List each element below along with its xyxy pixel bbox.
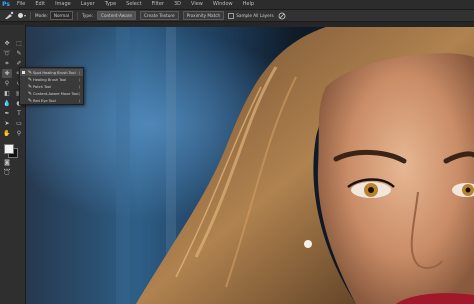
options-bar: ▾ Mode: Normal Type: Content-Aware Creat…	[0, 9, 474, 22]
menu-edit[interactable]: Edit	[30, 0, 50, 9]
portrait-photo	[26, 27, 474, 304]
tool-preset-picker[interactable]	[4, 11, 14, 20]
type-label: Type:	[82, 13, 94, 18]
menu-layer[interactable]: Layer	[76, 0, 100, 9]
spot-healing-brush-icon	[5, 11, 14, 19]
active-indicator	[22, 71, 25, 74]
mode-dropdown[interactable]: Normal	[49, 11, 73, 20]
healing-brush-tool-icon[interactable]: ✚	[2, 69, 12, 78]
flyout-item-spot-healing-brush[interactable]: ✎ Spot Healing Brush Tool J	[20, 69, 83, 76]
brush-size-picker[interactable]: ▾	[18, 13, 26, 18]
healing-tools-flyout: ✎ Spot Healing Brush Tool J ✎ Healing Brush …	[19, 67, 84, 105]
menu-select[interactable]: Select	[121, 0, 146, 9]
tools-panel: ✥⬚➰✎⌗✐✚✏⚲↺◧▤💧●✒T➤▭✋⚲••• ◙ ▢	[0, 22, 26, 304]
foreground-color-swatch[interactable]	[4, 144, 14, 154]
zoom-tool-icon[interactable]: ⚲	[14, 129, 24, 138]
flyout-item-patch[interactable]: ✎ Patch Tool J	[20, 83, 83, 90]
menu-filter[interactable]: Filter	[147, 0, 169, 9]
document-canvas[interactable]	[26, 27, 474, 304]
shortcut-key: J	[78, 84, 80, 89]
menu-type[interactable]: Type	[100, 0, 121, 9]
sample-all-layers-checkbox[interactable]	[228, 12, 235, 19]
clone-stamp-tool-icon[interactable]: ⚲	[2, 79, 12, 88]
chevron-down-icon: ▾	[24, 13, 27, 18]
shortcut-key: J	[78, 98, 80, 103]
type-tool-icon[interactable]: T	[14, 109, 24, 118]
panel-grip[interactable]	[0, 22, 26, 25]
sample-all-layers-option[interactable]: Sample All Layers	[228, 12, 274, 19]
path-selection-tool-icon[interactable]: ➤	[2, 119, 12, 128]
photoshop-logo: Ps	[2, 1, 10, 8]
brush-tip-icon	[18, 13, 23, 18]
menu-file[interactable]: File	[12, 0, 30, 9]
content-aware-button[interactable]: Content-Aware	[97, 11, 136, 20]
shortcut-key: J	[78, 91, 80, 96]
pressure-icon	[278, 12, 286, 19]
menu-image[interactable]: Image	[50, 0, 76, 9]
flyout-item-content-aware-move[interactable]: ✎ Content-Aware Move Tool J	[20, 90, 83, 97]
flyout-item-label: Spot Healing Brush Tool	[33, 70, 76, 75]
hand-tool-icon[interactable]: ✋	[2, 129, 12, 138]
marquee-tool-icon[interactable]: ⬚	[14, 39, 24, 48]
move-tool-icon[interactable]: ✥	[2, 39, 12, 48]
flyout-item-healing-brush[interactable]: ✎ Healing Brush Tool J	[20, 76, 83, 83]
screen-mode-icon[interactable]: ▢	[2, 168, 12, 177]
shortcut-key: J	[78, 77, 80, 82]
crop-tool-icon[interactable]: ⌗	[2, 59, 12, 68]
proximity-match-button[interactable]: Proximity Match	[182, 11, 225, 20]
mode-label: Mode:	[35, 13, 48, 18]
menu-help[interactable]: Help	[238, 0, 259, 9]
menu-bar: Ps File Edit Image Layer Type Select Fil…	[0, 0, 474, 9]
lasso-tool-icon[interactable]: ➰	[2, 49, 12, 58]
flyout-item-label: Healing Brush Tool	[33, 77, 67, 82]
flyout-item-label: Red Eye Tool	[33, 98, 56, 103]
rectangle-tool-icon[interactable]: ▭	[14, 119, 24, 128]
eraser-tool-icon[interactable]: ◧	[2, 89, 12, 98]
sample-all-layers-label: Sample All Layers	[236, 13, 274, 18]
flyout-item-label: Patch Tool	[33, 84, 51, 89]
menu-window[interactable]: Window	[208, 0, 238, 9]
shortcut-key: J	[78, 70, 80, 75]
pen-tool-icon[interactable]: ✒	[2, 109, 12, 118]
pressure-size-toggle[interactable]	[278, 12, 286, 20]
create-texture-button[interactable]: Create Texture	[140, 11, 179, 20]
menu-3d[interactable]: 3D	[169, 0, 186, 9]
quick-mask-icon[interactable]: ◙	[2, 158, 12, 167]
quick-selection-tool-icon[interactable]: ✎	[14, 49, 24, 58]
flyout-item-red-eye[interactable]: ✎ Red Eye Tool J	[20, 97, 83, 104]
separator	[30, 11, 32, 20]
flyout-item-label: Content-Aware Move Tool	[33, 91, 79, 96]
separator	[77, 11, 78, 20]
blur-tool-icon[interactable]: 💧	[2, 99, 12, 108]
menu-view[interactable]: View	[186, 0, 208, 9]
